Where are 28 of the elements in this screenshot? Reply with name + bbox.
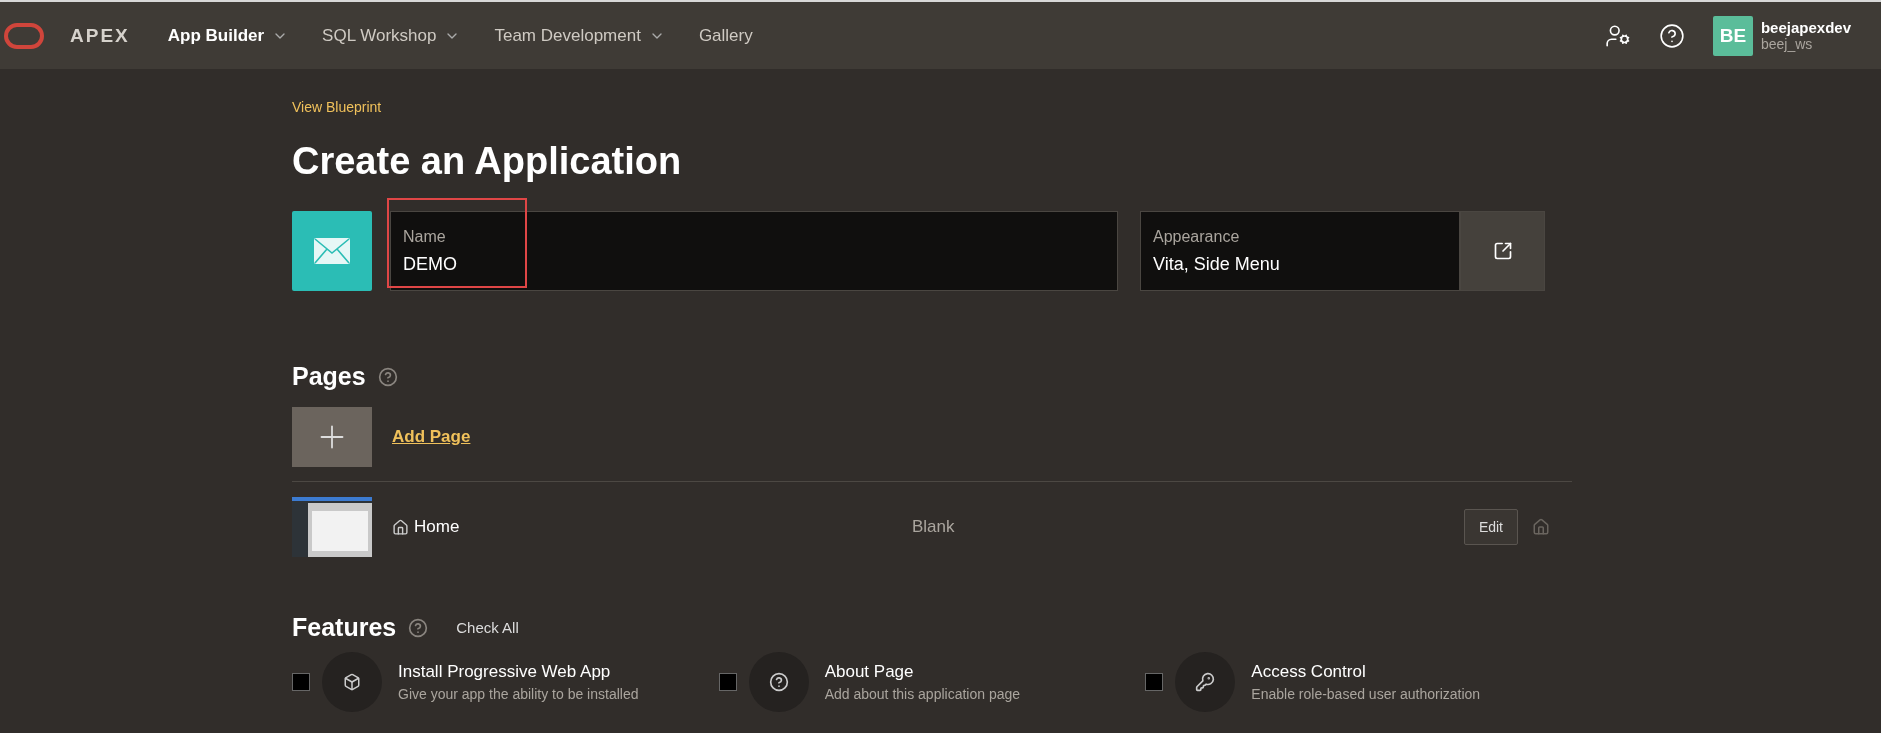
brand-name: APEX <box>70 24 130 47</box>
user-name: beejapexdev <box>1760 19 1851 36</box>
nav-menu[interactable]: SQL Workshop <box>322 25 461 46</box>
page-title: Create an Application <box>292 140 683 183</box>
page-name[interactable]: Home <box>392 517 912 537</box>
feature-description: Enable role-based user authorization <box>1251 686 1481 702</box>
name-field[interactable]: Name DEMO <box>390 211 1118 291</box>
nav-menu[interactable]: Gallery <box>698 25 753 46</box>
nav-menu[interactable]: Team Development <box>494 25 665 46</box>
blueprint-link[interactable]: View Blueprint <box>292 99 382 115</box>
feature-title: About Page <box>824 662 915 682</box>
page-type: Blank <box>912 517 956 537</box>
feature-description: Give your app the ability to be installed <box>398 686 639 702</box>
appearance-field[interactable]: Appearance Vita, Side Menu <box>1140 211 1460 291</box>
check-all-button[interactable]: Check All <box>450 618 525 637</box>
feature-description: Add about this application page <box>824 686 1021 702</box>
add-page-link[interactable]: Add Page <box>392 427 471 447</box>
name-input[interactable]: DEMO <box>403 253 1105 275</box>
section-title: Pages <box>292 362 366 391</box>
feature-title: Access Control <box>1251 662 1367 682</box>
section-title: Features <box>292 613 397 642</box>
field-label: Appearance <box>1153 227 1241 246</box>
edit-button[interactable]: Edit <box>1463 509 1518 545</box>
feature-title: Install Progressive Web App <box>398 662 612 682</box>
workspace-name: beej_ws <box>1760 36 1814 52</box>
field-label: Name <box>403 227 447 246</box>
nav-menu[interactable]: App Builder <box>167 25 289 46</box>
appearance-input[interactable]: Vita, Side Menu <box>1153 253 1447 275</box>
